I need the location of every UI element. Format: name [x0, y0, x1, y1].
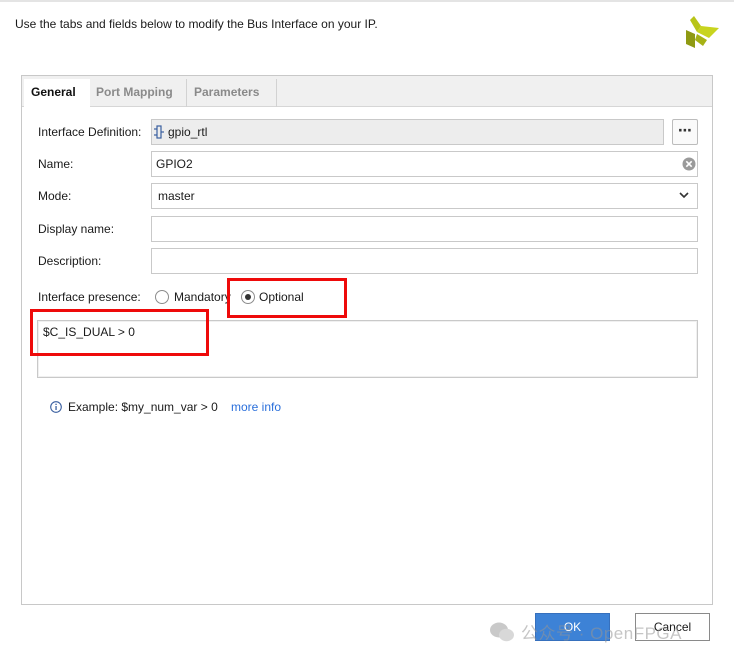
more-info-link[interactable]: more info — [231, 400, 281, 414]
info-icon — [50, 401, 62, 413]
clear-icon[interactable] — [682, 157, 696, 171]
chevron-down-icon — [679, 192, 689, 199]
tab-port-mapping[interactable]: Port Mapping — [89, 79, 187, 107]
tab-parameters[interactable]: Parameters — [187, 79, 277, 107]
mode-label: Mode: — [38, 189, 72, 203]
wechat-icon — [490, 622, 514, 642]
optional-highlight-box — [227, 278, 347, 318]
interface-presence-label: Interface presence: — [38, 290, 141, 304]
mandatory-radio-option[interactable]: Mandatory — [155, 289, 235, 305]
expression-highlight-box — [30, 309, 209, 356]
tab-general[interactable]: General — [24, 79, 90, 108]
instruction-text: Use the tabs and fields below to modify … — [15, 17, 378, 31]
watermark-text: 公众号 · OpenFPGA — [521, 624, 682, 643]
tab-bar: General Port Mapping Parameters — [22, 76, 712, 108]
display-name-input[interactable] — [151, 216, 698, 242]
name-field[interactable]: GPIO2 — [151, 151, 698, 177]
description-input[interactable] — [151, 248, 698, 274]
name-value: GPIO2 — [156, 157, 193, 171]
description-label: Description: — [38, 254, 102, 268]
mode-select[interactable]: master — [151, 183, 698, 209]
vivado-logo-icon — [686, 16, 719, 48]
mode-value: master — [158, 189, 195, 203]
browse-interface-button[interactable]: ⋯ — [672, 119, 698, 145]
interface-definition-label: Interface Definition: — [38, 125, 142, 139]
hint-example-text: Example: $my_num_var > 0 — [68, 400, 218, 414]
mandatory-radio[interactable] — [155, 290, 169, 304]
window-top-border — [0, 0, 734, 2]
interface-definition-value: gpio_rtl — [168, 125, 208, 139]
mandatory-label: Mandatory — [174, 290, 231, 304]
interface-definition-field: gpio_rtl — [151, 119, 664, 145]
name-label: Name: — [38, 157, 74, 171]
port-icon — [154, 125, 164, 139]
display-name-label: Display name: — [38, 222, 115, 236]
